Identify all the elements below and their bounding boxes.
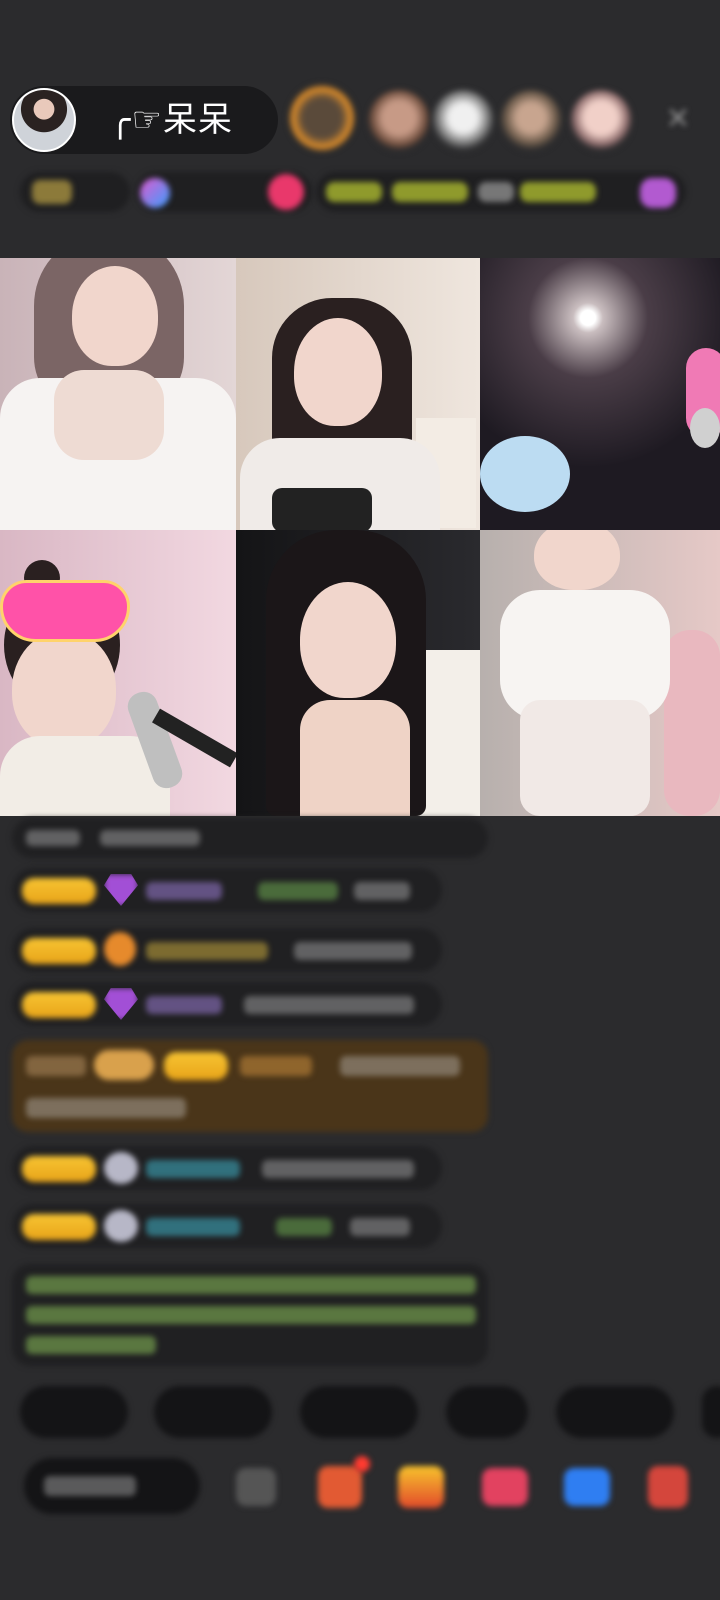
chat-text (26, 1056, 86, 1076)
viewer-avatar[interactable] (368, 90, 430, 152)
chat-text (26, 1276, 476, 1294)
more-icon[interactable] (648, 1466, 688, 1508)
close-icon[interactable]: × (660, 100, 696, 136)
host-name[interactable]: ╭☞呆呆 (110, 98, 233, 142)
quick-reply-chip[interactable] (300, 1386, 418, 1438)
chat-text (26, 1098, 186, 1118)
chat-text (340, 1056, 460, 1076)
gift-box-icon[interactable] (318, 1466, 362, 1508)
chat-text (354, 882, 410, 900)
avatar-badge-icon (104, 1152, 138, 1184)
rank-icon (32, 180, 72, 204)
mask-sticker (0, 580, 130, 642)
chat-system-notice (12, 818, 488, 858)
task-chip (392, 182, 468, 202)
chat-text (100, 830, 200, 846)
quick-reply-chip[interactable] (702, 1386, 720, 1438)
video-tile-guest-2[interactable] (236, 258, 480, 530)
chat-username[interactable] (146, 882, 222, 900)
video-tile-guest-1[interactable] (0, 258, 236, 530)
chat-username[interactable] (258, 882, 338, 900)
chat-text (244, 996, 414, 1014)
quick-reply-chip[interactable] (556, 1386, 674, 1438)
quick-reply-chip[interactable] (20, 1386, 128, 1438)
task-chip (478, 182, 514, 202)
chat-username[interactable] (276, 1218, 332, 1236)
viewer-avatar[interactable] (500, 90, 562, 152)
chat-username[interactable] (146, 1160, 240, 1178)
chat-text (26, 1306, 476, 1324)
chat-text (350, 1218, 410, 1236)
level-badge (22, 1156, 96, 1182)
treasure-icon[interactable] (398, 1466, 444, 1508)
share-icon[interactable] (564, 1468, 610, 1506)
quick-reply-chip[interactable] (154, 1386, 272, 1438)
game-icon[interactable] (482, 1468, 528, 1506)
task-chip (520, 182, 596, 202)
video-tile-guest-5[interactable] (236, 530, 480, 816)
chat-text (26, 1336, 156, 1354)
chat-text (26, 830, 80, 846)
multi-guest-video-grid (0, 258, 720, 816)
level-badge (22, 938, 96, 964)
task-chip (326, 182, 382, 202)
level-badge (164, 1052, 228, 1080)
quick-reply-chip[interactable] (446, 1386, 528, 1438)
host-avatar[interactable] (12, 88, 76, 152)
level-badge (22, 878, 96, 904)
heart-icon[interactable] (268, 174, 304, 210)
top-viewer-avatar[interactable] (288, 84, 356, 152)
chat-username[interactable] (146, 942, 268, 960)
level-badge (22, 992, 96, 1018)
chat-text (262, 1160, 414, 1178)
gift-icon[interactable] (640, 178, 676, 208)
level-badge (22, 1214, 96, 1240)
viewer-avatar[interactable] (432, 90, 494, 152)
video-tile-guest-4[interactable] (0, 530, 236, 816)
chat-highlight-message[interactable] (12, 1040, 488, 1132)
video-tile-guest-3[interactable] (480, 258, 720, 530)
chat-username[interactable] (240, 1056, 312, 1076)
notification-dot (354, 1456, 370, 1472)
avatar-badge-icon (104, 1210, 138, 1242)
chat-text (294, 942, 412, 960)
chat-username[interactable] (146, 996, 222, 1014)
planet-icon (140, 178, 170, 208)
chat-input-placeholder (44, 1476, 136, 1496)
chat-username[interactable] (146, 1218, 240, 1236)
viewer-avatar[interactable] (570, 90, 632, 152)
noble-badge (94, 1050, 154, 1080)
fan-badge-icon (104, 932, 136, 966)
emoji-icon[interactable] (236, 1468, 276, 1506)
video-tile-guest-6[interactable] (480, 530, 720, 816)
